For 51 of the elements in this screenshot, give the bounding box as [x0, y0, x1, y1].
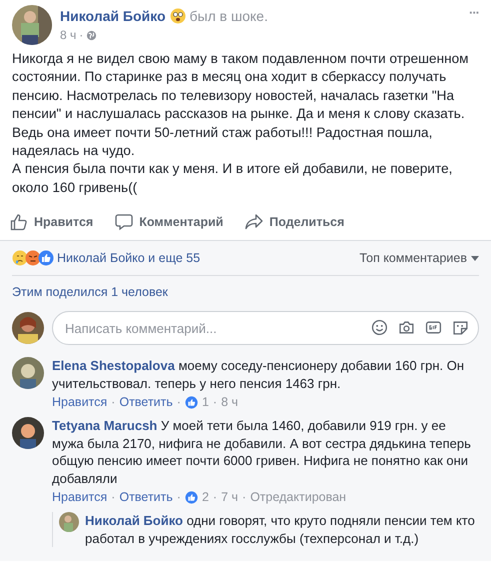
reply-link[interactable]: Ответить — [119, 490, 173, 504]
avatar[interactable] — [12, 417, 44, 450]
smiley-icon[interactable] — [371, 319, 388, 336]
share-arrow-icon — [245, 213, 264, 232]
post-text: Никогда я не видел свою маму в таком подавленном почти отрешенном состоянии. По старинке раз в месяц она ходит в сберкассу получать пенсию. Насмотрелась по телевизору новостей, началась газетки "На пенсии" и наслушалась рассказов на рынке. Да и меня к слову сказать. Ведь она имеет почти 50-летний стаж работы!!! Радостная пошла, надеялась на чудо. — [12, 50, 470, 160]
like-link[interactable]: Нравится — [52, 490, 108, 504]
comment-time[interactable]: 8 ч — [221, 395, 238, 410]
post-text: А пенсия была почти как у меня. И в итоге ей добавили, не поверите, около 160 гривень(( — [12, 160, 454, 197]
reactions-summary[interactable]: Николай Бойко и еще 55 — [57, 251, 360, 266]
caret-icon — [471, 256, 479, 261]
separator: · — [212, 490, 218, 504]
shocked-face-icon — [170, 8, 186, 24]
action-button[interactable]: Поделиться — [245, 213, 344, 232]
camera-icon[interactable] — [398, 319, 415, 336]
post-time[interactable]: 8 ч — [60, 28, 76, 42]
author-name[interactable]: Николай Бойко — [60, 8, 166, 24]
like-link[interactable]: Нравится — [52, 395, 108, 410]
like-count[interactable]: 2 — [202, 490, 209, 504]
edited-label[interactable]: Отредактирован — [250, 490, 346, 504]
avatar[interactable] — [12, 5, 52, 45]
shares-link[interactable]: Этим поделился 1 человек — [12, 285, 168, 300]
speech-bubble-icon — [115, 213, 134, 232]
comment-text: Tetyana Marucsh У моей тети была 1460, добавили 919 грн. у ее мужа была 2170, нифига не добавили. А вот сестра дядькина теперь общую пенсию имеет почти 6000 гривен. Нифига не понятно как они добавляли — [52, 417, 472, 488]
comment-text: Elena Shestopalova моему соседу-пенсионеру добавии 160 грн. Он учительствовал. теперь у него пенсия 1463 грн. — [52, 357, 466, 392]
sad-face-icon — [12, 250, 28, 266]
separator: · — [111, 490, 116, 504]
avatar — [12, 312, 44, 344]
feeling-text: был в шоке. — [190, 8, 268, 24]
avatar[interactable] — [12, 357, 44, 390]
separator: · — [242, 490, 246, 504]
sort-dropdown[interactable]: Топ комментариев — [359, 251, 479, 266]
separator: · — [176, 395, 181, 410]
action-button[interactable]: Нравится — [10, 213, 94, 232]
sticker-icon[interactable] — [452, 319, 469, 336]
like-icon — [184, 396, 198, 409]
like-count[interactable]: 1 — [202, 395, 209, 410]
comment-input[interactable]: Написать комментарий... — [52, 311, 479, 346]
separator: · — [212, 395, 218, 410]
reply-link[interactable]: Ответить — [119, 395, 173, 410]
separator: · — [111, 395, 116, 410]
reply-text: Николай Бойко одни говорят, что круто подняли пенсии тем кто работал в учреждениях госслужбы (техперсонал и т.д.) — [85, 512, 476, 548]
separator: · — [176, 490, 181, 504]
like-icon — [184, 490, 198, 504]
gif-icon[interactable] — [425, 319, 442, 336]
thumbs-up-icon — [10, 213, 28, 232]
comment-time[interactable]: 7 ч — [221, 490, 238, 504]
action-button[interactable]: Комментарий — [115, 213, 224, 232]
more-options[interactable]: ··· — [469, 5, 479, 20]
like-icon — [38, 250, 54, 266]
angry-face-icon — [25, 250, 41, 266]
separator: · — [79, 28, 84, 42]
